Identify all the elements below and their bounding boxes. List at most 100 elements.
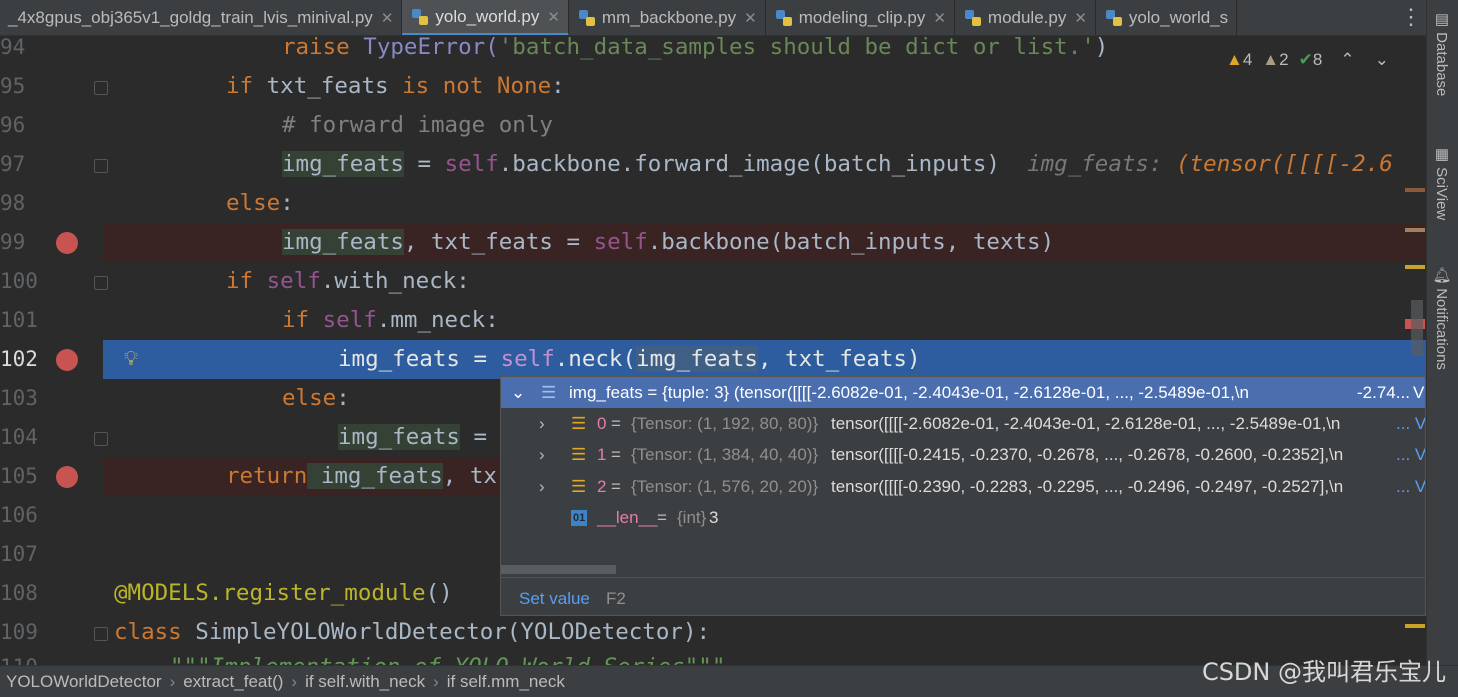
code-text: = <box>459 424 501 450</box>
current-execution-line: 102 💡︎ img_feats = self.neck(img_feats, tx… <box>0 340 1426 379</box>
view-link[interactable]: View <box>1413 377 1425 408</box>
code-text: , tx <box>442 463 497 489</box>
breadcrumb-item[interactable]: if self.with_neck <box>299 672 431 692</box>
code-text: : <box>280 190 294 216</box>
code-line: 109 class SimpleYOLOWorldDetector(YOLODet… <box>0 613 1426 652</box>
code-text: txt_feats <box>253 73 403 99</box>
code-text: ) <box>1094 36 1109 60</box>
breakpoint-icon[interactable] <box>56 349 78 371</box>
keyword: if <box>226 73 254 99</box>
keyword: else <box>226 190 281 216</box>
code-line: 101 if self.mm_neck: <box>0 301 1426 340</box>
close-icon[interactable]: ✕ <box>933 9 946 27</box>
comment: # forward image only <box>282 112 553 138</box>
set-value-link[interactable]: Set value <box>519 583 590 614</box>
more-tabs-icon[interactable]: ⋮ <box>1396 0 1426 36</box>
item-type: {Tensor: (1, 384, 40, 40)} <box>631 445 819 464</box>
notifications-tool-tab[interactable]: 🔔︎ Notifications <box>1432 265 1450 370</box>
variable: img_feats <box>338 424 460 450</box>
chevron-down-icon[interactable]: ⌄ <box>511 377 525 408</box>
inspection-widget[interactable]: ▲4 ▲2 ✔8 ⌃ ⌄ <box>1226 50 1389 70</box>
decorator: @MODELS.register_module <box>114 580 426 606</box>
fold-icon[interactable] <box>94 432 108 446</box>
tree-row[interactable]: › ☰ 1 = {Tensor: (1, 384, 40, 40)} tenso… <box>501 439 1425 470</box>
chevron-right-icon: › <box>169 671 176 691</box>
popup-horizontal-scrollbar[interactable] <box>501 565 616 574</box>
close-icon[interactable]: ✕ <box>744 9 757 27</box>
code-line: 96 # forward image only <box>0 106 1426 145</box>
self-keyword: self <box>309 307 377 333</box>
tab-module[interactable]: module.py ✕ <box>955 0 1096 35</box>
tree-row[interactable]: › ☰ 2 = {Tensor: (1, 576, 20, 20)} tenso… <box>501 471 1425 502</box>
database-tool-tab[interactable]: ▤ Database <box>1432 10 1450 96</box>
keyword: else <box>282 385 337 411</box>
chevron-right-icon[interactable]: › <box>539 408 545 439</box>
keyword: if <box>282 307 310 333</box>
breadcrumb-item[interactable]: YOLOWorldDetector <box>0 672 168 692</box>
chevron-right-icon[interactable]: › <box>539 439 545 470</box>
breadcrumb-item[interactable]: if self.mm_neck <box>441 672 571 692</box>
breakpoint-icon[interactable] <box>56 232 78 254</box>
code-text: .backbone.forward_image(batch_inputs) <box>498 151 1000 177</box>
item-index: 1 <box>597 445 607 464</box>
warning-icon: ▲ <box>1226 50 1243 69</box>
fold-icon[interactable] <box>94 276 108 290</box>
fold-icon[interactable] <box>94 627 108 641</box>
chevron-right-icon[interactable]: › <box>539 471 545 502</box>
code-text: () <box>425 580 453 606</box>
tab-yolo-world-s[interactable]: yolo_world_s <box>1096 0 1238 35</box>
editor-scrollbar-thumb[interactable] <box>1411 300 1423 356</box>
line-number: 99 <box>0 230 26 254</box>
weak-warning-count: 2 <box>1279 50 1289 69</box>
tab-config-file[interactable]: _4x8gpus_obj365v1_goldg_train_lvis_miniv… <box>0 0 403 35</box>
docstring: """Implementation of YOLO World Series""… <box>170 648 725 665</box>
line-number: 107 <box>0 542 38 566</box>
line-number: 103 <box>0 386 38 410</box>
keyword: is not <box>402 73 484 99</box>
fold-icon[interactable] <box>94 81 108 95</box>
item-value: tensor([[[[-0.2415, -0.2370, -0.2678, ..… <box>831 445 1344 464</box>
int-icon: 01 <box>571 510 588 526</box>
tab-yolo-world[interactable]: yolo_world.py ✕ <box>402 0 569 35</box>
tab-mm-backbone[interactable]: mm_backbone.py ✕ <box>569 0 766 35</box>
tree-row-len[interactable]: 01 __len__ = {int} 3 <box>501 502 1425 533</box>
self-keyword: self <box>593 229 648 255</box>
tab-label: mm_backbone.py <box>601 8 737 27</box>
code-text: : <box>336 385 350 411</box>
close-icon[interactable]: ✕ <box>381 9 394 27</box>
chevron-down-icon[interactable]: ⌄ <box>1375 50 1389 70</box>
python-file-icon <box>774 8 794 28</box>
tree-row-root[interactable]: ⌄ ☰ img_feats = {tuple: 3} (tensor([[[[-… <box>501 377 1425 408</box>
tree-row[interactable]: › ☰ 0 = {Tensor: (1, 192, 80, 80)} tenso… <box>501 408 1425 439</box>
keyword: None <box>483 73 552 99</box>
line-number: 100 <box>0 269 38 293</box>
len-name: __len__ <box>597 508 658 527</box>
tab-label: yolo_world_s <box>1128 8 1229 27</box>
close-icon[interactable]: ✕ <box>547 8 560 26</box>
chevron-up-icon[interactable]: ⌃ <box>1340 50 1354 70</box>
line-number: 95 <box>0 74 26 98</box>
code-line: 98 else: <box>0 184 1426 223</box>
warning-count: 4 <box>1242 50 1253 69</box>
tab-label: modeling_clip.py <box>798 8 926 27</box>
ok-count: 8 <box>1312 50 1323 69</box>
item-index: 2 <box>597 477 607 496</box>
len-type: {int} <box>677 508 707 527</box>
tab-modeling-clip[interactable]: modeling_clip.py ✕ <box>766 0 955 35</box>
database-icon: ▤ <box>1433 10 1450 33</box>
chevron-right-icon: › <box>291 671 298 691</box>
self-keyword: self <box>444 151 499 177</box>
sciview-tool-tab[interactable]: ▦ SciView <box>1432 145 1450 220</box>
equals: = <box>657 508 667 527</box>
view-link[interactable]: ... View <box>1396 439 1425 470</box>
close-icon[interactable]: ✕ <box>1074 9 1087 27</box>
variable: img_feats <box>636 346 758 372</box>
view-link[interactable]: ... View <box>1396 471 1425 502</box>
fold-icon[interactable] <box>94 159 108 173</box>
lightbulb-icon[interactable]: 💡︎ <box>124 346 138 370</box>
breakpoint-icon[interactable] <box>56 466 78 488</box>
line-number: 94 <box>0 36 26 59</box>
view-link[interactable]: ... View <box>1396 408 1425 439</box>
popup-footer: Set value F2 <box>501 583 1425 614</box>
breadcrumb-item[interactable]: extract_feat() <box>177 672 289 692</box>
